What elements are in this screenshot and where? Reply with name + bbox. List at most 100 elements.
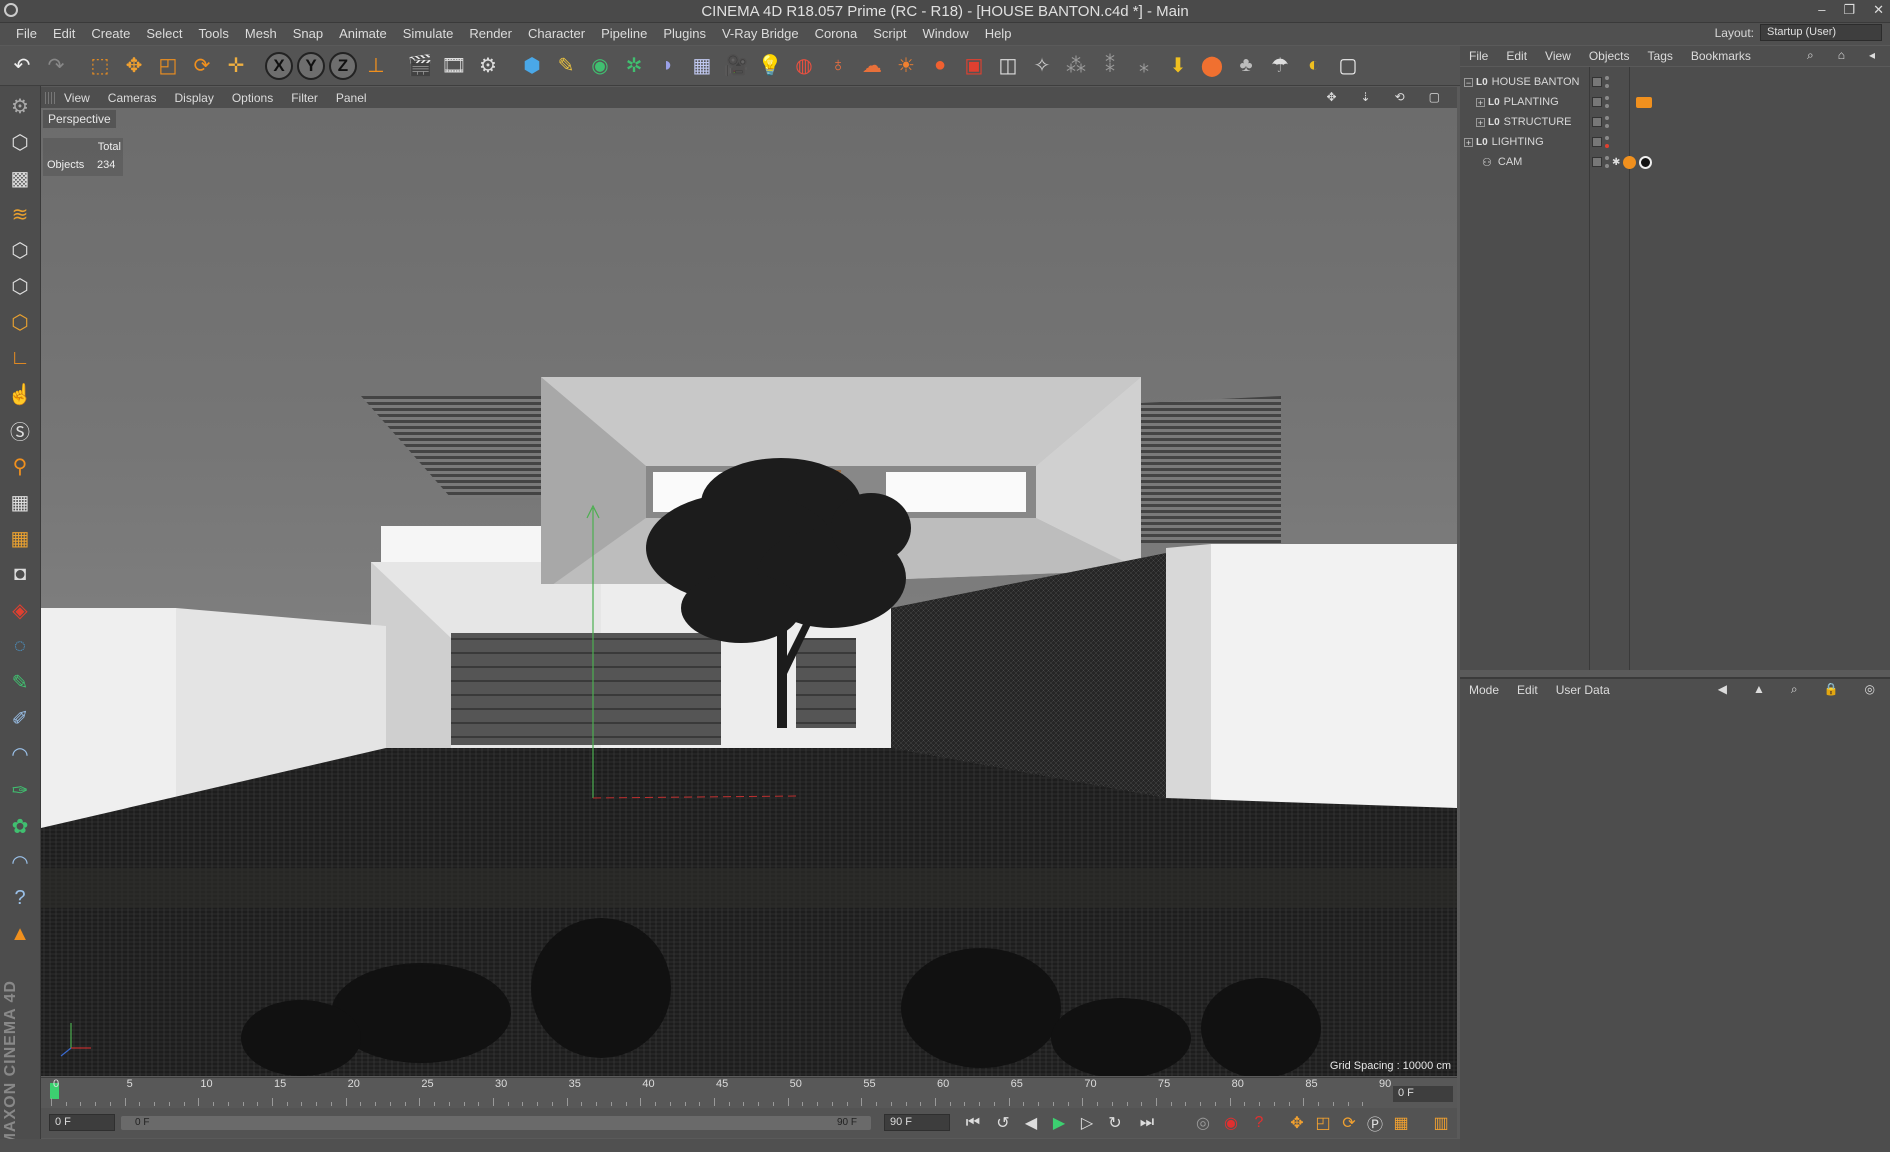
object-name[interactable]: STRUCTURE — [1504, 116, 1572, 128]
object-row-structure[interactable]: + L0 STRUCTURE — [1460, 112, 1890, 132]
om-menu-objects[interactable]: Objects — [1580, 49, 1639, 63]
corona-vfb-icon[interactable]: ▣ — [958, 50, 990, 82]
object-name[interactable]: CAM — [1498, 156, 1522, 168]
viewport-menu-cameras[interactable]: Cameras — [99, 91, 166, 105]
object-name[interactable]: HOUSE BANTON — [1492, 76, 1580, 88]
corona-render-icon[interactable]: ◫ — [992, 50, 1024, 82]
menu-vray-bridge[interactable]: V-Ray Bridge — [714, 26, 807, 41]
layout-dropdown[interactable]: Startup (User) — [1760, 24, 1882, 41]
recent-tools-icon[interactable]: ✛ — [220, 50, 252, 82]
new-manager-icon[interactable]: ◎ — [1856, 682, 1884, 697]
proxy-icon[interactable]: ✧ — [1026, 50, 1058, 82]
back-arrow-icon[interactable]: ◀ — [1709, 682, 1736, 697]
tweak-mode-icon[interactable]: ☝ — [3, 378, 37, 410]
layer-toggle[interactable] — [1592, 157, 1602, 167]
tree-icon[interactable]: ♣ — [1230, 50, 1262, 82]
workplane-grid-icon[interactable]: ▦ — [3, 486, 37, 518]
cloud-icon[interactable]: ☁ — [856, 50, 888, 82]
protection-tag-icon[interactable] — [1623, 155, 1637, 169]
time-range-slider[interactable]: 0 F 90 F — [121, 1116, 871, 1130]
camera-target-icon[interactable]: ✱ — [1612, 157, 1620, 168]
collapse-icon[interactable]: ◂ — [1860, 48, 1884, 63]
layer-toggle[interactable] — [1592, 97, 1602, 107]
x-axis-lock-icon[interactable]: X — [265, 51, 293, 80]
visibility-dots[interactable] — [1605, 156, 1609, 168]
render-settings-icon[interactable]: ⚙ — [472, 50, 504, 82]
menu-tools[interactable]: Tools — [191, 26, 237, 41]
previous-frame-icon[interactable]: ◀ — [1019, 1112, 1043, 1134]
polygons-mode-icon[interactable]: ⬡ — [3, 306, 37, 338]
object-row-planting[interactable]: + L0 PLANTING — [1460, 92, 1890, 112]
locked-workplane-icon[interactable]: ▦ — [3, 522, 37, 554]
menu-script[interactable]: Script — [865, 26, 914, 41]
timeline[interactable]: 0 5 10 15 20 25 30 35 40 45 50 55 60 65 70 75 80 85 90 0 F — [41, 1077, 1457, 1108]
sculpt-icon[interactable]: ✐ — [3, 702, 37, 734]
minimize-button[interactable]: – — [1818, 2, 1825, 18]
scatter-brush-icon[interactable]: ⁎ — [1128, 50, 1160, 82]
workplane-icon[interactable]: ≋ — [3, 198, 37, 230]
previous-keyframe-icon[interactable]: ↺ — [991, 1112, 1015, 1134]
vray-material-icon[interactable]: ◘ — [3, 558, 37, 590]
max-time-field[interactable]: 90 F — [884, 1114, 950, 1131]
tag-icon[interactable] — [1636, 96, 1652, 108]
scatter-icon[interactable]: ⁂ — [1060, 50, 1092, 82]
forester-icon[interactable]: ⬇ — [1162, 50, 1194, 82]
menu-pipeline[interactable]: Pipeline — [593, 26, 655, 41]
visibility-dots[interactable] — [1605, 96, 1609, 108]
corona-material-icon[interactable]: ● — [924, 50, 956, 82]
viewport-menu-filter[interactable]: Filter — [282, 91, 327, 105]
lock-icon[interactable]: 🔒 — [1815, 682, 1848, 697]
pan-view-icon[interactable]: ✥ — [1317, 90, 1345, 104]
magnet-icon[interactable]: ◠ — [3, 738, 37, 770]
am-menu-user-data[interactable]: User Data — [1547, 683, 1619, 697]
am-menu-edit[interactable]: Edit — [1508, 683, 1547, 697]
render-region-icon[interactable]: ◈ — [3, 594, 37, 626]
perspective-viewport[interactable]: Perspective Total Objects 234 Grid Spaci… — [41, 108, 1457, 1076]
home-icon[interactable]: ⌂ — [1829, 48, 1854, 63]
menu-render[interactable]: Render — [461, 26, 520, 41]
record-position-icon[interactable]: ✥ — [1285, 1112, 1309, 1134]
record-rotation-icon[interactable]: ⟳ — [1337, 1112, 1361, 1134]
axis-mode-icon[interactable]: ∟ — [3, 342, 37, 374]
panel-grip-icon[interactable] — [45, 91, 55, 104]
object-name[interactable]: PLANTING — [1504, 96, 1559, 108]
autokey-icon[interactable]: ◉ — [1219, 1112, 1243, 1134]
menu-plugins[interactable]: Plugins — [655, 26, 714, 41]
go-to-end-icon[interactable]: ⏭ — [1135, 1112, 1159, 1134]
next-frame-icon[interactable]: ▷ — [1075, 1112, 1099, 1134]
menu-animate[interactable]: Animate — [331, 26, 395, 41]
om-menu-view[interactable]: View — [1536, 49, 1580, 63]
om-menu-file[interactable]: File — [1460, 49, 1497, 63]
camera-icon[interactable]: 🎥 — [720, 50, 752, 82]
light-icon[interactable]: 💡 — [754, 50, 786, 82]
z-axis-lock-icon[interactable]: Z — [329, 51, 357, 80]
timeline-ruler[interactable]: 0 5 10 15 20 25 30 35 40 45 50 55 60 65 70 75 80 85 90 — [51, 1078, 1391, 1108]
om-menu-tags[interactable]: Tags — [1639, 49, 1682, 63]
object-row-cam[interactable]: ⚇ CAM ✱ — [1460, 152, 1890, 172]
cube-icon[interactable]: ⬢ — [516, 50, 548, 82]
live-selection-icon[interactable]: ⬚ — [84, 50, 116, 82]
go-to-start-icon[interactable]: ⏮ — [961, 1112, 985, 1134]
rotate-icon[interactable]: ⟳ — [186, 50, 218, 82]
spline-pen-icon[interactable]: ✑ — [3, 774, 37, 806]
up-arrow-icon[interactable]: ▲ — [1744, 682, 1774, 697]
coordinate-system-icon[interactable]: ⊥ — [360, 50, 392, 82]
menu-character[interactable]: Character — [520, 26, 593, 41]
undo-icon[interactable]: ↶ — [6, 50, 38, 82]
next-keyframe-icon[interactable]: ↻ — [1103, 1112, 1127, 1134]
render-view-icon[interactable]: 🎬 — [404, 50, 436, 82]
vray-light-icon[interactable]: ♁ — [822, 50, 854, 82]
brush-icon[interactable]: ✎ — [3, 666, 37, 698]
viewport-menu-display[interactable]: Display — [165, 91, 222, 105]
record-parameter-icon[interactable]: Ⓟ — [1363, 1112, 1387, 1134]
layer-toggle[interactable] — [1592, 77, 1602, 87]
umbrella-icon[interactable]: ☂ — [1264, 50, 1296, 82]
keyframe-selection-icon[interactable]: ? — [1247, 1112, 1271, 1134]
vray-cam-icon[interactable]: ◍ — [788, 50, 820, 82]
visibility-dots[interactable] — [1605, 116, 1609, 128]
floor-icon[interactable]: ▦ — [686, 50, 718, 82]
play-icon[interactable]: ▶ — [1047, 1112, 1071, 1134]
redo-icon[interactable]: ↷ — [40, 50, 72, 82]
paint-icon[interactable]: ▲ — [3, 918, 37, 950]
menu-simulate[interactable]: Simulate — [395, 26, 462, 41]
